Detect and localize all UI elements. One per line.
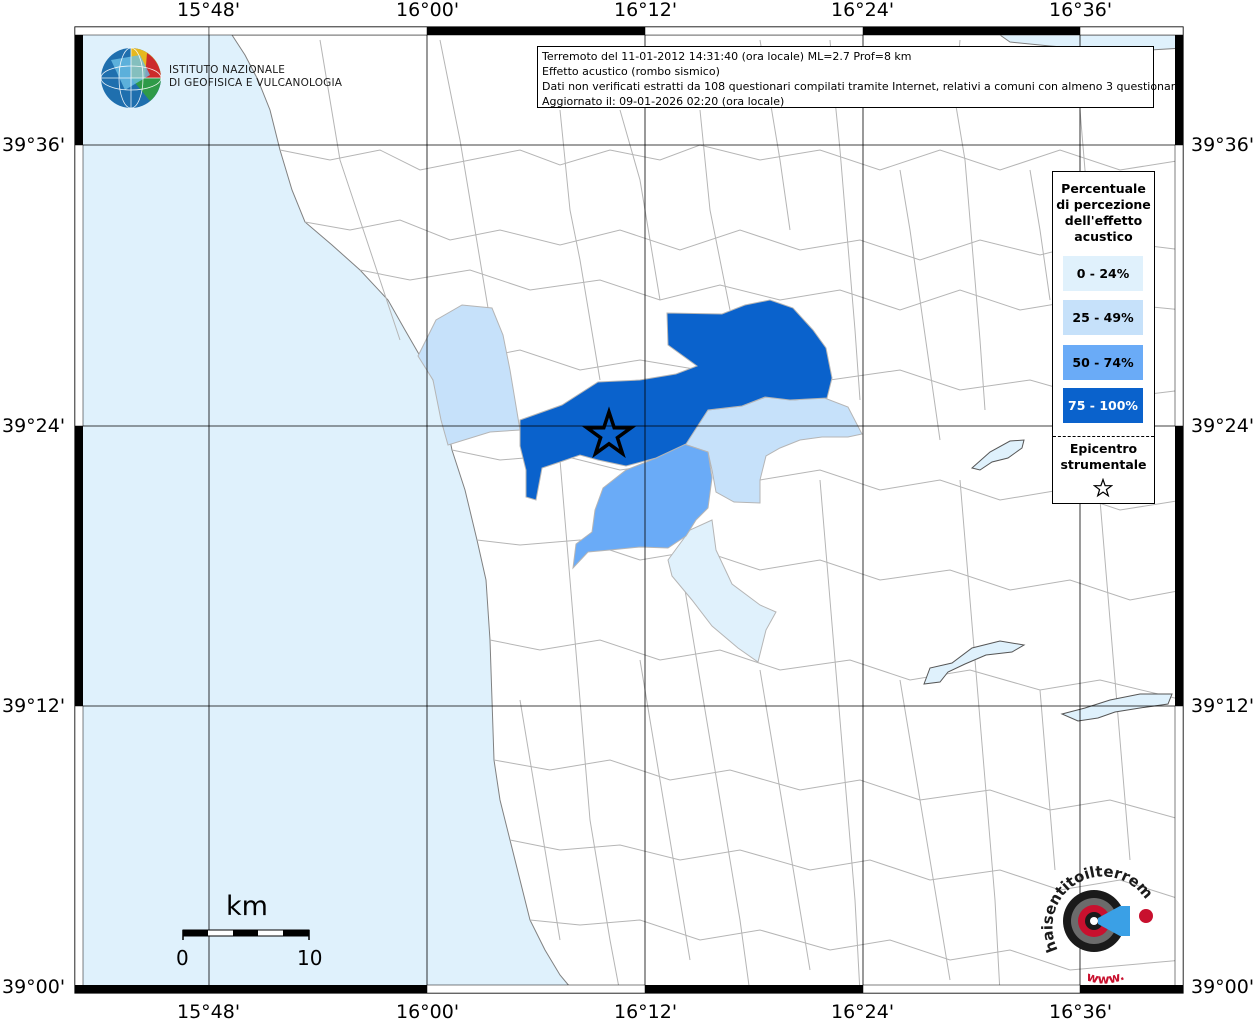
ingv-logo-text: ISTITUTO NAZIONALE DI GEOFISICA E VULCAN… — [169, 64, 342, 90]
legend-item-0-24: 0 - 24% — [1063, 256, 1143, 291]
top-tick-label: 15°48' — [177, 0, 241, 21]
legend-epicenter-line: Epicentro — [1069, 441, 1138, 456]
legend-star-icon — [1093, 478, 1113, 498]
legend-item-75-100: 75 - 100% — [1063, 388, 1143, 423]
haisentito-logo-text-bottom: www. — [1085, 969, 1127, 988]
event-info-line-4: Aggiornato il: 09-01-2026 02:20 (ora loc… — [542, 95, 785, 108]
top-tick-label: 16°12' — [614, 0, 678, 21]
scale-min-label: 0 — [176, 946, 189, 970]
ingv-line-2: DI GEOFISICA E VULCANOLOGIA — [169, 77, 343, 89]
legend-item-25-49: 25 - 49% — [1063, 300, 1143, 335]
bottom-tick-label: 16°12' — [614, 1001, 678, 1023]
right-tick-label: 39°24' — [1191, 415, 1255, 437]
ingv-globe-logo — [100, 47, 162, 109]
bottom-tick-label: 15°48' — [177, 1001, 241, 1023]
left-tick-label: 39°24' — [2, 415, 66, 437]
top-tick-label: 16°00' — [396, 0, 460, 21]
haisentito-logo: haisentitoilterremoto.it www. — [1036, 858, 1157, 988]
scale-title: km — [226, 891, 268, 922]
event-info-line-2: Effetto acustico (rombo sismico) — [542, 65, 720, 78]
top-tick-label: 16°24' — [831, 0, 895, 21]
legend-title: Percentuale di percezione dell'effetto a… — [1053, 181, 1154, 245]
legend-title-line: Percentuale — [1061, 181, 1146, 196]
top-tick-label: 16°36' — [1049, 0, 1113, 21]
bottom-tick-label: 16°36' — [1049, 1001, 1113, 1023]
event-info-box: Terremoto del 11-01-2012 14:31:40 (ora l… — [537, 46, 1182, 108]
legend: Percentuale di percezione dell'effetto a… — [1052, 171, 1155, 504]
event-info-line-3: Dati non verificati estratti da 108 ques… — [542, 80, 1182, 93]
scale-max-label: 10 — [297, 946, 323, 970]
legend-epicenter-label: Epicentro strumentale — [1053, 441, 1154, 473]
right-tick-label: 39°00' — [1191, 976, 1255, 998]
legend-epicenter-line: strumentale — [1060, 457, 1147, 472]
left-tick-label: 39°36' — [2, 134, 66, 156]
legend-title-line: di percezione — [1056, 197, 1151, 212]
bottom-tick-label: 16°00' — [396, 1001, 460, 1023]
left-tick-label: 39°00' — [2, 976, 66, 998]
right-tick-label: 39°12' — [1191, 695, 1255, 717]
legend-item-50-74: 50 - 74% — [1063, 345, 1143, 380]
left-tick-label: 39°12' — [2, 695, 66, 717]
event-info-line-1: Terremoto del 11-01-2012 14:31:40 (ora l… — [542, 50, 912, 63]
right-tick-label: 39°36' — [1191, 134, 1255, 156]
legend-title-line: acustico — [1074, 229, 1133, 244]
bottom-tick-label: 16°24' — [831, 1001, 895, 1023]
ingv-line-1: ISTITUTO NAZIONALE — [169, 64, 286, 76]
legend-title-line: dell'effetto — [1064, 213, 1143, 228]
legend-separator — [1053, 436, 1154, 437]
